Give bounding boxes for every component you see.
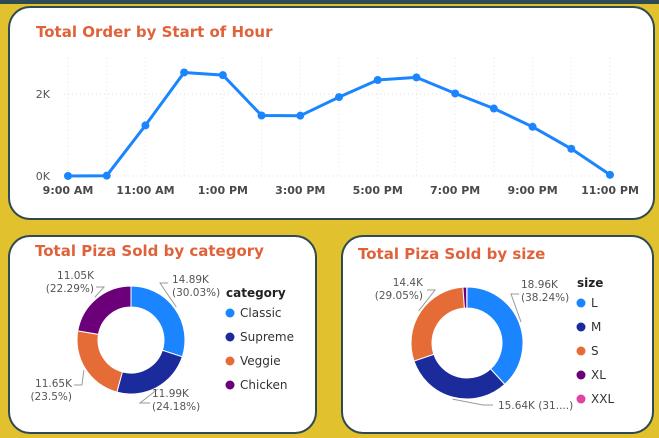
- data-point[interactable]: [451, 89, 460, 98]
- data-point[interactable]: [567, 144, 576, 153]
- x-tick-label: 9:00 PM: [507, 184, 557, 197]
- data-point[interactable]: [528, 122, 537, 131]
- data-label: 14.4K: [393, 277, 424, 289]
- data-point[interactable]: [102, 171, 111, 180]
- category-chart-card[interactable]: Total Piza Sold by category 14.89K (30.03…: [10, 237, 315, 432]
- data-point[interactable]: [141, 121, 150, 130]
- data-label: 15.64K (31....): [498, 400, 573, 412]
- data-point[interactable]: [218, 71, 227, 80]
- x-tick-label: 7:00 PM: [430, 184, 480, 197]
- line-chart: 0K 2K 9:00 AM 11:00 AM 1:00 PM 3:00 PM 5:00 PM…: [36, 58, 639, 197]
- legend-item-xxl[interactable]: XXL: [591, 392, 614, 406]
- data-point[interactable]: [335, 93, 343, 102]
- data-label: 11.65K: [35, 378, 73, 390]
- data-label: (24.18%): [152, 401, 200, 413]
- legend-marker: [576, 322, 586, 332]
- legend-item-xl[interactable]: XL: [591, 368, 606, 382]
- legend-title: size: [577, 276, 603, 290]
- data-point[interactable]: [412, 73, 421, 82]
- data-point[interactable]: [180, 68, 189, 77]
- legend-marker: [225, 356, 235, 366]
- series-line: [67, 71, 611, 178]
- top-edge: [0, 0, 659, 4]
- data-label: 14.89K: [172, 274, 210, 286]
- x-tick-label: 11:00 AM: [116, 184, 174, 197]
- y-tick-label: 0K: [36, 170, 51, 183]
- legend-marker: [225, 332, 235, 342]
- data-label: 11.99K: [152, 388, 190, 400]
- legend-marker: [225, 380, 235, 390]
- data-point[interactable]: [489, 104, 498, 113]
- legend-item-s[interactable]: S: [591, 344, 599, 358]
- legend-marker: [576, 370, 586, 380]
- legend-marker: [576, 298, 586, 308]
- legend-title: category: [226, 286, 286, 300]
- data-label: (22.29%): [46, 283, 94, 295]
- x-tick-label: 9:00 AM: [43, 184, 94, 197]
- legend-item-classic[interactable]: Classic: [240, 306, 282, 320]
- x-tick-label: 3:00 PM: [275, 184, 325, 197]
- line-chart-card[interactable]: Total Order by Start of Hour 0K 2K 9:00 AM…: [10, 8, 653, 218]
- donut-slice-veggie[interactable]: [76, 330, 123, 393]
- legend-item-veggie[interactable]: Veggie: [240, 354, 281, 368]
- data-label: (23.5%): [30, 391, 72, 403]
- legend-marker: [576, 394, 586, 404]
- legend-item-m[interactable]: M: [591, 320, 601, 334]
- data-label: 18.96K: [521, 279, 559, 291]
- x-tick-label: 5:00 PM: [353, 184, 403, 197]
- size-chart-card[interactable]: Total Piza Sold by size 18.96K (38.24%) 15…: [343, 237, 652, 432]
- legend-marker: [576, 346, 586, 356]
- size-donut-chart: 18.96K(38.24%) 15.64K (31....) 14.4K(29.05…: [375, 276, 615, 412]
- label-leader: [74, 370, 85, 386]
- label-leader: [452, 398, 493, 406]
- data-point[interactable]: [64, 171, 72, 180]
- data-point[interactable]: [296, 111, 305, 120]
- x-tick-label: 1:00 PM: [198, 184, 248, 197]
- data-point[interactable]: [257, 111, 266, 120]
- data-point[interactable]: [373, 76, 382, 85]
- x-tick-label: 11:00 PM: [581, 184, 639, 197]
- legend-marker: [225, 308, 235, 318]
- data-label: (30.03%): [172, 287, 220, 299]
- legend-item-supreme[interactable]: Supreme: [240, 330, 294, 344]
- y-tick-label: 2K: [36, 88, 51, 101]
- donut-slice-l[interactable]: [466, 286, 524, 386]
- donut-slice-m[interactable]: [413, 353, 506, 400]
- data-label: (38.24%): [521, 292, 569, 304]
- data-point[interactable]: [606, 170, 614, 179]
- legend-item-chicken[interactable]: Chicken: [240, 378, 287, 392]
- legend-item-l[interactable]: L: [591, 296, 598, 310]
- data-label: 11.05K: [57, 270, 95, 282]
- category-donut-chart: 14.89K(30.03%) 11.99K(24.18%) 11.65K(23.5%…: [30, 270, 294, 413]
- data-label: (29.05%): [375, 290, 423, 302]
